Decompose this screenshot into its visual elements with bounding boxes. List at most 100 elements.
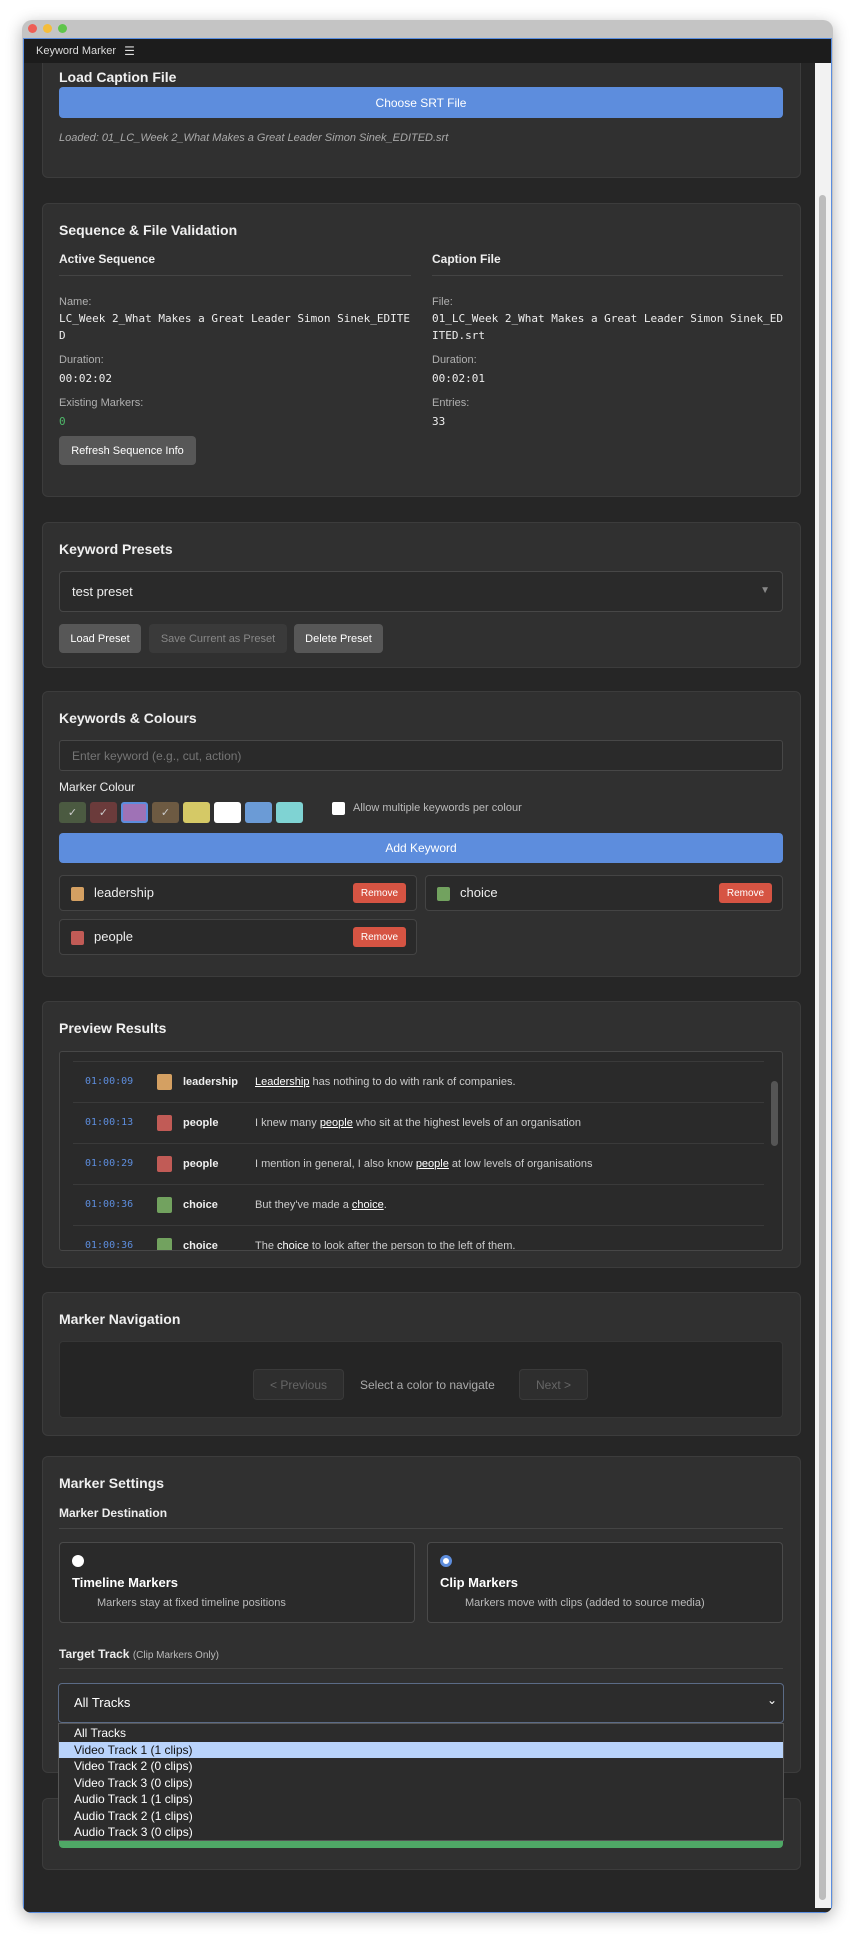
target-track-label: Target Track (Clip Markers Only) bbox=[59, 1647, 219, 1661]
caption-file-heading: Caption File bbox=[432, 252, 501, 266]
row-colour-chip bbox=[157, 1156, 172, 1172]
allow-multiple-label: Allow multiple keywords per colour bbox=[353, 802, 522, 814]
maximize-window-button[interactable] bbox=[58, 24, 67, 33]
clip-radio[interactable] bbox=[440, 1555, 452, 1567]
sequence-duration: 00:02:02 bbox=[59, 372, 112, 385]
track-option[interactable]: Video Track 2 (0 clips) bbox=[59, 1758, 783, 1775]
load-preset-button[interactable]: Load Preset bbox=[59, 624, 141, 653]
row-timecode[interactable]: 01:00:29 bbox=[85, 1158, 133, 1169]
colour-swatch[interactable] bbox=[245, 802, 272, 823]
entries-label: Entries: bbox=[432, 397, 470, 409]
panel-header: Keyword Marker ☰ bbox=[24, 39, 831, 63]
keyword-item: choice Remove bbox=[425, 875, 783, 911]
active-sequence-heading: Active Sequence bbox=[59, 252, 156, 266]
keyword-colour-chip bbox=[437, 887, 450, 901]
preview-row[interactable]: 01:00:09 leadership Leadership has nothing… bbox=[73, 1061, 764, 1102]
refresh-sequence-button[interactable]: Refresh Sequence Info bbox=[59, 436, 196, 465]
row-timecode[interactable]: 01:00:13 bbox=[85, 1117, 133, 1128]
track-option[interactable]: All Tracks bbox=[59, 1725, 783, 1742]
row-timecode[interactable]: 01:00:36 bbox=[85, 1199, 133, 1210]
remove-keyword-button[interactable]: Remove bbox=[719, 883, 772, 903]
target-track-select[interactable]: All Tracks ⌄ bbox=[58, 1683, 784, 1723]
colour-swatch[interactable] bbox=[121, 802, 148, 823]
sequence-name: LC_Week 2_What Makes a Great Leader Simo… bbox=[59, 312, 410, 342]
validation-section: Sequence & File Validation Active Sequen… bbox=[42, 203, 801, 497]
timeline-radio[interactable] bbox=[72, 1555, 84, 1567]
colour-swatch[interactable]: ✓ bbox=[59, 802, 86, 823]
row-caption: I mention in general, I also know people… bbox=[255, 1158, 593, 1170]
preview-row[interactable]: 01:00:36 choice The choice to look after t… bbox=[73, 1225, 764, 1251]
row-colour-chip bbox=[157, 1197, 172, 1213]
row-caption: But they've made a choice. bbox=[255, 1199, 387, 1211]
caption-duration: 00:02:01 bbox=[432, 372, 485, 385]
colour-swatch[interactable]: ✓ bbox=[152, 802, 179, 823]
choose-srt-button[interactable]: Choose SRT File bbox=[59, 87, 783, 118]
option-title: Clip Markers bbox=[440, 1575, 519, 1590]
row-timecode[interactable]: 01:00:09 bbox=[85, 1076, 133, 1087]
navigation-box: < Previous Select a color to navigate Ne… bbox=[59, 1341, 783, 1418]
row-caption: The choice to look after the person to t… bbox=[255, 1240, 516, 1251]
preview-list[interactable]: 01:00:09 leadership Leadership has nothing… bbox=[59, 1051, 783, 1251]
timeline-markers-option[interactable]: Timeline Markers Markers stay at fixed t… bbox=[59, 1542, 415, 1623]
marker-destination-label: Marker Destination bbox=[59, 1506, 168, 1520]
preview-row[interactable]: 01:00:13 people I knew many people who sit… bbox=[73, 1102, 764, 1143]
keyword-colour-chip bbox=[71, 931, 84, 945]
marker-colour-label: Marker Colour bbox=[59, 780, 136, 794]
chevron-down-icon: ⌄ bbox=[766, 1693, 777, 1707]
caption-duration-label: Duration: bbox=[432, 354, 477, 366]
row-caption: Leadership has nothing to do with rank o… bbox=[255, 1076, 516, 1088]
target-track-dropdown[interactable]: All Tracks Video Track 1 (1 clips) Video T… bbox=[58, 1723, 784, 1841]
preview-row[interactable]: 01:00:36 choice But they've made a choice. bbox=[73, 1184, 764, 1225]
preset-select[interactable]: test preset ▼ bbox=[59, 571, 783, 612]
row-colour-chip bbox=[157, 1115, 172, 1131]
keyword-input[interactable] bbox=[59, 740, 783, 771]
colour-swatch[interactable]: ✓ bbox=[90, 802, 117, 823]
track-option[interactable]: Audio Track 1 (1 clips) bbox=[59, 1791, 783, 1808]
delete-preset-button[interactable]: Delete Preset bbox=[294, 624, 383, 653]
row-colour-chip bbox=[157, 1238, 172, 1250]
panel-title: Keyword Marker bbox=[36, 45, 117, 57]
option-desc: Markers move with clips (added to source… bbox=[465, 1597, 705, 1609]
previous-marker-button[interactable]: < Previous bbox=[253, 1369, 344, 1400]
section-title: Keyword Presets bbox=[59, 541, 173, 557]
minimize-window-button[interactable] bbox=[43, 24, 52, 33]
next-marker-button[interactable]: Next > bbox=[519, 1369, 588, 1400]
keyword-item: leadership Remove bbox=[59, 875, 417, 911]
track-option[interactable]: Video Track 1 (1 clips) bbox=[59, 1741, 783, 1758]
scrollbar[interactable] bbox=[815, 63, 831, 1908]
loaded-file-status: Loaded: 01_LC_Week 2_What Makes a Great … bbox=[59, 132, 449, 144]
keyword-colour-chip bbox=[71, 887, 84, 901]
clip-markers-option[interactable]: Clip Markers Markers move with clips (ad… bbox=[427, 1542, 783, 1623]
preset-selected-value: test preset bbox=[72, 584, 133, 599]
row-caption: I knew many people who sit at the highes… bbox=[255, 1117, 581, 1129]
name-label: Name: bbox=[59, 296, 92, 308]
close-window-button[interactable] bbox=[28, 24, 37, 33]
dropdown-arrow-icon: ▼ bbox=[760, 585, 770, 596]
keyword-presets-section: Keyword Presets test preset ▼ Load Prese… bbox=[42, 522, 801, 668]
remove-keyword-button[interactable]: Remove bbox=[353, 883, 406, 903]
track-option[interactable]: Video Track 3 (0 clips) bbox=[59, 1775, 783, 1792]
row-timecode[interactable]: 01:00:36 bbox=[85, 1240, 133, 1250]
load-caption-section: Load Caption File Choose SRT File Loaded… bbox=[42, 63, 801, 178]
colour-swatch[interactable] bbox=[183, 802, 210, 823]
colour-swatch[interactable] bbox=[276, 802, 303, 823]
hamburger-icon[interactable]: ☰ bbox=[124, 44, 135, 58]
scrollbar-thumb[interactable] bbox=[819, 195, 826, 1900]
marker-navigation-section: Marker Navigation < Previous Select a co… bbox=[42, 1292, 801, 1436]
allow-multiple-checkbox[interactable] bbox=[332, 802, 345, 815]
track-option[interactable]: Audio Track 3 (0 clips) bbox=[59, 1824, 783, 1841]
add-keyword-button[interactable]: Add Keyword bbox=[59, 833, 783, 863]
preview-row[interactable]: 01:00:29 people I mention in general, I al… bbox=[73, 1143, 764, 1184]
row-colour-chip bbox=[157, 1074, 172, 1090]
remove-keyword-button[interactable]: Remove bbox=[353, 927, 406, 947]
save-preset-button[interactable]: Save Current as Preset bbox=[149, 624, 287, 653]
existing-markers-label: Existing Markers: bbox=[59, 397, 144, 409]
colour-swatch[interactable] bbox=[214, 802, 241, 823]
destination-options: Timeline Markers Markers stay at fixed t… bbox=[59, 1542, 783, 1623]
track-option[interactable]: Audio Track 2 (1 clips) bbox=[59, 1808, 783, 1825]
section-title: Keywords & Colours bbox=[59, 710, 197, 726]
preview-scrollbar[interactable] bbox=[771, 1081, 778, 1146]
row-keyword: people bbox=[183, 1158, 219, 1170]
row-keyword: choice bbox=[183, 1240, 218, 1251]
entries-count: 33 bbox=[432, 415, 446, 428]
